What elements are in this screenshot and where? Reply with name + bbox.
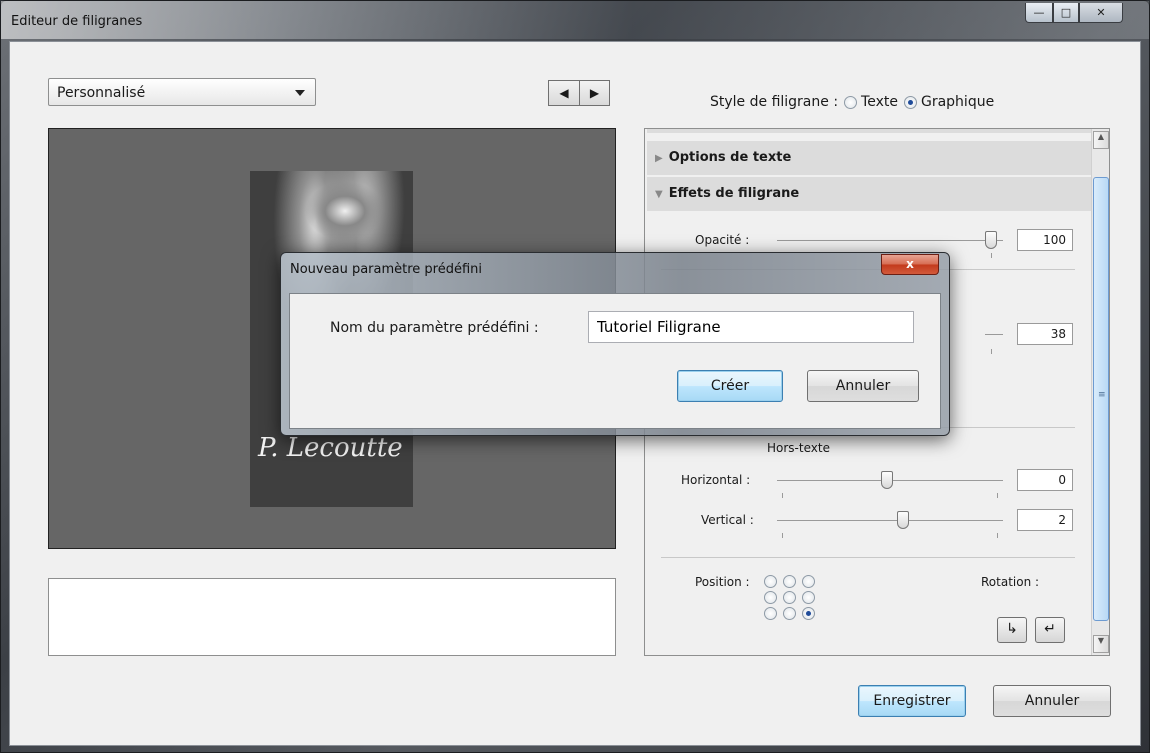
panel-scrollbar[interactable]: ▲ ≡ ▼ [1091, 129, 1109, 655]
position-radio-top-left[interactable] [764, 575, 777, 588]
offset-title: Hors-texte [767, 441, 830, 455]
position-radio-bottom-center[interactable] [783, 607, 796, 620]
window-controls: — □ ✕ [1025, 3, 1123, 23]
watermark-style-label: Style de filigrane : [710, 94, 839, 110]
position-radio-top-right[interactable] [802, 575, 815, 588]
style-graphic-label: Graphique [920, 94, 995, 110]
watermark-text-overlay: P. Lecoutte [258, 433, 403, 463]
dialog-close-button[interactable]: x [881, 254, 939, 275]
slider-tick [991, 349, 992, 354]
section-watermark-effects[interactable]: ▼ Effets de filigrane [647, 177, 1091, 211]
horizontal-value-field[interactable]: 0 [1017, 469, 1073, 491]
slider-tick [782, 533, 783, 538]
position-radio-top-center[interactable] [783, 575, 796, 588]
position-radio-bottom-right[interactable] [802, 607, 815, 620]
preset-dropdown[interactable]: Personnalisé [48, 78, 316, 106]
window-title: Editeur de filigranes [11, 14, 143, 29]
opacity-slider-thumb[interactable] [985, 231, 997, 249]
style-text-label: Texte [861, 94, 898, 110]
position-radio-center[interactable] [783, 591, 796, 604]
slider-tick [997, 533, 998, 538]
opacity-label: Opacité : [695, 233, 750, 247]
preset-name-input[interactable] [588, 311, 914, 343]
position-radio-middle-right[interactable] [802, 591, 815, 604]
scroll-down-arrow-icon[interactable]: ▼ [1093, 635, 1109, 653]
size-slider-track[interactable] [985, 334, 1003, 335]
minimize-button[interactable]: — [1025, 3, 1053, 23]
horizontal-slider-thumb[interactable] [881, 471, 893, 489]
title-bar[interactable]: Editeur de filigranes — □ ✕ [1, 1, 1149, 39]
triangle-down-icon: ▼ [655, 189, 663, 200]
triangle-right-icon: ▶ [655, 153, 663, 164]
horizontal-label: Horizontal : [681, 473, 751, 487]
style-graphic-radio[interactable] [903, 95, 917, 109]
watermark-style-row: Style de filigrane : Texte Graphique [710, 94, 994, 110]
vertical-label: Vertical : [701, 513, 754, 527]
opacity-slider-track[interactable] [777, 240, 1003, 241]
scroll-up-arrow-icon[interactable]: ▲ [1093, 131, 1109, 149]
scrollbar-thumb[interactable]: ≡ [1093, 177, 1109, 621]
cancel-button[interactable]: Annuler [993, 685, 1111, 717]
preset-selected-value: Personnalisé [57, 85, 146, 101]
previous-image-button[interactable]: ◀ [548, 80, 580, 106]
image-navigation: ◀ ▶ [548, 80, 610, 106]
new-preset-dialog: Nouveau paramètre prédéfini x Nom du par… [280, 252, 950, 436]
size-value-field[interactable]: 38 [1017, 323, 1073, 345]
rotation-label: Rotation : [981, 575, 1040, 589]
maximize-button[interactable]: □ [1053, 3, 1079, 23]
style-text-radio[interactable] [844, 95, 858, 109]
preset-name-label: Nom du paramètre prédéfini : [330, 320, 539, 336]
rotate-counterclockwise-icon: ↵ [1044, 621, 1056, 637]
dialog-body: Nom du paramètre prédéfini : Créer Annul… [289, 293, 941, 429]
chevron-down-icon [295, 90, 305, 96]
vertical-slider-thumb[interactable] [897, 511, 909, 529]
opacity-value-field[interactable]: 100 [1017, 229, 1073, 251]
rotate-counterclockwise-button[interactable]: ↵ [1035, 617, 1065, 643]
info-box [48, 578, 616, 656]
vertical-value-field[interactable]: 2 [1017, 509, 1073, 531]
divider [661, 557, 1075, 558]
position-grid [764, 575, 818, 620]
dialog-cancel-button[interactable]: Annuler [807, 370, 919, 402]
section-label: Options de texte [668, 150, 792, 165]
position-radio-middle-left[interactable] [764, 591, 777, 604]
create-button[interactable]: Créer [677, 370, 783, 402]
close-button[interactable]: ✕ [1079, 3, 1123, 23]
save-button[interactable]: Enregistrer [858, 685, 966, 717]
section-label: Effets de filigrane [668, 186, 800, 201]
section-text-options[interactable]: ▶ Options de texte [647, 141, 1091, 175]
slider-tick [782, 493, 783, 498]
rotate-clockwise-icon: ↳ [1006, 621, 1018, 637]
next-image-button[interactable]: ▶ [580, 80, 610, 106]
position-radio-bottom-left[interactable] [764, 607, 777, 620]
vertical-slider-track[interactable] [777, 520, 1003, 521]
dialog-title: Nouveau paramètre prédéfini [290, 262, 483, 277]
collapsed-section-edge [647, 129, 1091, 133]
rotate-clockwise-button[interactable]: ↳ [997, 617, 1027, 643]
slider-tick [991, 253, 992, 258]
position-label: Position : [695, 575, 750, 589]
scroll-grip-icon: ≡ [1098, 390, 1106, 400]
slider-tick [997, 493, 998, 498]
